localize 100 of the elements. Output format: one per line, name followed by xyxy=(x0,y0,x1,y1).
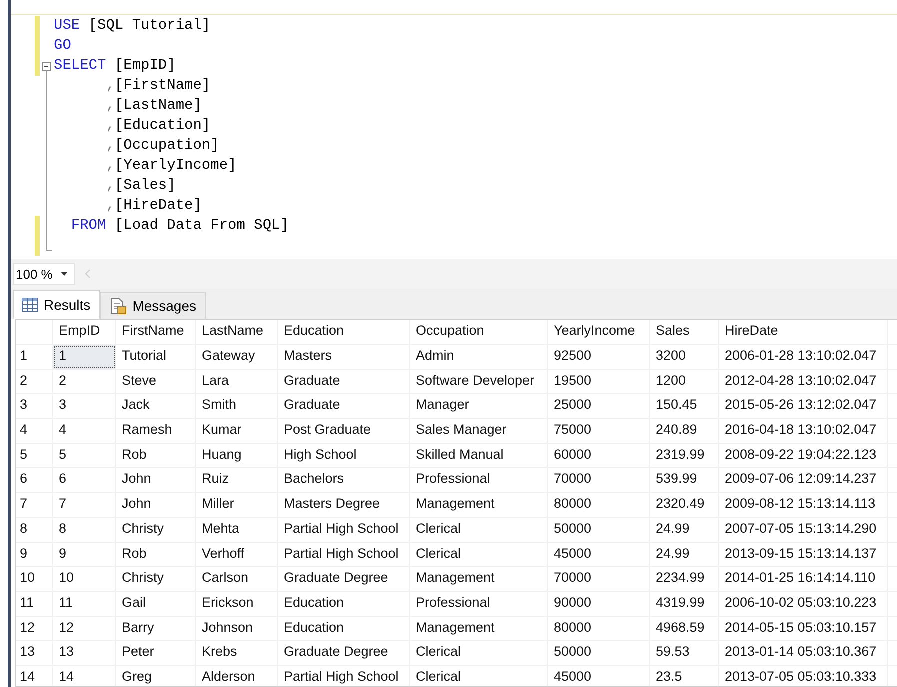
table-cell: 1 xyxy=(53,345,116,369)
table-cell: 240.89 xyxy=(650,419,719,443)
table-cell: 7 xyxy=(53,493,116,517)
table-cell: 2009-07-06 12:09:14.237 xyxy=(719,468,888,492)
results-tab[interactable]: Results xyxy=(13,290,100,319)
table-cell: 2234.99 xyxy=(650,567,719,591)
table-cell: 70000 xyxy=(548,567,650,591)
table-cell: Christy xyxy=(116,567,196,591)
table-cell: 2006-01-28 13:10:02.047 xyxy=(719,345,888,369)
table-cell: 19500 xyxy=(548,370,650,394)
table-cell: 24.99 xyxy=(650,542,719,566)
code-line: GO xyxy=(54,37,72,56)
table-cell: 2 xyxy=(53,370,116,394)
fold-end-line xyxy=(46,236,52,251)
code-line: ,[YearlyIncome] xyxy=(105,157,237,176)
table-cell: Krebs xyxy=(196,641,278,665)
table-cell: Gail xyxy=(116,592,196,616)
table-cell: Education xyxy=(278,592,410,616)
table-cell: 13 xyxy=(53,641,116,665)
column-header[interactable]: Sales xyxy=(650,320,719,344)
table-cell: 45000 xyxy=(548,542,650,566)
table-cell: Masters xyxy=(278,345,410,369)
row-number: 4 xyxy=(16,419,53,443)
table-cell: Professional xyxy=(410,592,548,616)
table-cell: 92500 xyxy=(548,345,650,369)
table-cell: Peter xyxy=(116,641,196,665)
code-line: ,[Education] xyxy=(105,117,211,136)
row-number: 12 xyxy=(16,616,53,640)
table-cell: Ruiz xyxy=(196,468,278,492)
row-number: 5 xyxy=(16,444,53,468)
table-cell: Sales Manager xyxy=(410,419,548,443)
table-cell: Johnson xyxy=(196,616,278,640)
table-cell: 2012-04-28 13:10:02.047 xyxy=(719,370,888,394)
table-cell: Barry xyxy=(116,616,196,640)
table-cell: 60000 xyxy=(548,444,650,468)
column-header[interactable]: Occupation xyxy=(410,320,548,344)
column-header[interactable]: EmpID xyxy=(53,320,116,344)
table-cell: John xyxy=(116,468,196,492)
table-cell: Rob xyxy=(116,542,196,566)
row-number: 7 xyxy=(16,493,53,517)
table-cell: 59.53 xyxy=(650,641,719,665)
table-cell: Carlson xyxy=(196,567,278,591)
grid-icon xyxy=(22,298,38,312)
table-cell: 539.99 xyxy=(650,468,719,492)
table-cell: Graduate xyxy=(278,370,410,394)
table-cell: 2015-05-26 13:12:02.047 xyxy=(719,394,888,418)
code-line: ,[Occupation] xyxy=(105,137,220,156)
document-icon xyxy=(108,297,127,315)
row-number: 14 xyxy=(16,666,53,686)
table-cell: Management xyxy=(410,567,548,591)
results-tab[interactable]: Messages xyxy=(100,292,206,319)
row-number: 2 xyxy=(16,370,53,394)
row-number: 8 xyxy=(16,518,53,542)
table-cell: Skilled Manual xyxy=(410,444,548,468)
table-cell: 2007-07-05 15:13:14.290 xyxy=(719,518,888,542)
table-cell: 90000 xyxy=(548,592,650,616)
table-cell: 2013-07-05 05:03:10.333 xyxy=(719,666,888,686)
table-cell: Bachelors xyxy=(278,468,410,492)
row-number: 3 xyxy=(16,394,53,418)
table-cell: Lara xyxy=(196,370,278,394)
table-cell: Smith xyxy=(196,394,278,418)
row-number: 6 xyxy=(16,468,53,492)
table-cell: Erickson xyxy=(196,592,278,616)
column-header[interactable]: YearlyIncome xyxy=(548,320,650,344)
table-cell: Education xyxy=(278,616,410,640)
table-cell: 2008-09-22 19:04:22.123 xyxy=(719,444,888,468)
table-cell: 14 xyxy=(53,666,116,686)
code-line: ,[HireDate] xyxy=(105,197,202,216)
row-number: 10 xyxy=(16,567,53,591)
table-cell: Kumar xyxy=(196,419,278,443)
table-cell: 10 xyxy=(53,567,116,591)
zoom-dropdown[interactable]: 100 % xyxy=(13,263,75,285)
table-cell: 6 xyxy=(53,468,116,492)
table-cell: Management xyxy=(410,493,548,517)
table-cell: 70000 xyxy=(548,468,650,492)
column-header[interactable]: Education xyxy=(278,320,410,344)
table-cell: 4 xyxy=(53,419,116,443)
table-cell: 5 xyxy=(53,444,116,468)
table-cell: 11 xyxy=(53,592,116,616)
table-cell: Management xyxy=(410,616,548,640)
table-cell: 2009-08-12 15:13:14.113 xyxy=(719,493,888,517)
collapse-icon[interactable] xyxy=(42,62,51,76)
table-cell: Graduate Degree xyxy=(278,567,410,591)
table-cell: Greg xyxy=(116,666,196,686)
code-line: SELECT [EmpID] xyxy=(54,57,176,76)
row-number: 11 xyxy=(16,592,53,616)
code-line: ,[FirstName] xyxy=(105,77,211,96)
table-cell: Admin xyxy=(410,345,548,369)
table-cell: 2013-09-15 15:13:14.137 xyxy=(719,542,888,566)
table-cell: Graduate xyxy=(278,394,410,418)
table-cell: 80000 xyxy=(548,493,650,517)
column-header[interactable]: FirstName xyxy=(116,320,196,344)
table-cell: Ramesh xyxy=(116,419,196,443)
column-header[interactable]: HireDate xyxy=(719,320,888,344)
table-cell: John xyxy=(116,493,196,517)
row-number: 9 xyxy=(16,542,53,566)
table-cell: Rob xyxy=(116,444,196,468)
row-number: 13 xyxy=(16,641,53,665)
table-cell: Clerical xyxy=(410,542,548,566)
column-header[interactable]: LastName xyxy=(196,320,278,344)
